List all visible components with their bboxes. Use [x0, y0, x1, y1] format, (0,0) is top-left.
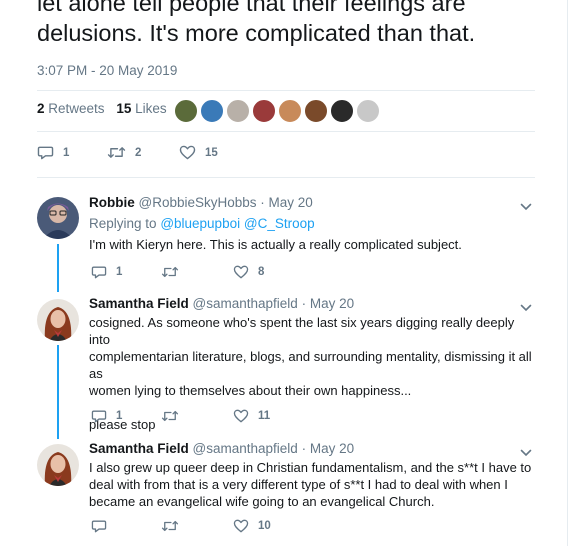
tweet-page: let alone tell people that their feeling…: [0, 0, 570, 546]
like-button[interactable]: 15: [179, 145, 218, 160]
main-tweet-actions: 1 2 15: [37, 145, 337, 163]
avatar[interactable]: [37, 197, 79, 239]
like-button[interactable]: 11: [233, 409, 270, 423]
avatar[interactable]: [304, 99, 328, 123]
retweet-count: 2: [135, 146, 142, 159]
heart-icon: [233, 409, 249, 423]
main-tweet-line: delusions. It's more complicated than th…: [37, 20, 476, 46]
heart-icon: [233, 265, 249, 279]
display-name[interactable]: Samantha Field: [89, 441, 189, 456]
tweet-date[interactable]: · May 20: [302, 296, 355, 311]
user-handle[interactable]: @RobbieSkyHobbs: [139, 195, 257, 210]
tweet-date[interactable]: · May 20: [302, 441, 355, 456]
reply-button[interactable]: [91, 519, 116, 533]
main-tweet-line: let alone tell people that their feeling…: [37, 0, 466, 16]
reply-header: Samantha Field @samanthapfield · May 20: [89, 441, 354, 456]
reply-text: I'm with Kieryn here. This is actually a…: [89, 236, 534, 253]
avatar[interactable]: [356, 99, 380, 123]
reply-text-line: became an evangelical wife going to an e…: [89, 494, 435, 509]
avatar[interactable]: [330, 99, 354, 123]
avatar[interactable]: [37, 299, 79, 341]
retweet-icon: [161, 519, 179, 533]
like-count: 8: [258, 266, 265, 278]
user-handle[interactable]: @samanthapfield: [193, 296, 298, 311]
tweet-stats: 2 Retweets 15 Likes: [37, 101, 167, 116]
retweet-icon: [161, 409, 179, 423]
likes-count[interactable]: 15: [116, 101, 131, 116]
reply-count: 1: [63, 146, 70, 159]
reply-text-line: deal with from that is a very different …: [89, 477, 508, 492]
thread-line: [57, 345, 59, 439]
like-count: 15: [205, 146, 218, 159]
reply-actions: 10: [91, 519, 391, 535]
display-name[interactable]: Samantha Field: [89, 296, 189, 311]
like-count: 10: [258, 520, 271, 532]
divider: [37, 177, 535, 178]
reply-icon: [37, 145, 54, 160]
tweet-timestamp[interactable]: 3:07 PM - 20 May 2019: [37, 63, 177, 78]
display-name[interactable]: Robbie: [89, 195, 135, 210]
retweet-button[interactable]: [161, 265, 188, 279]
reply-text-line: I'm with Kieryn here. This is actually a…: [89, 237, 462, 252]
reply-count: 1: [116, 410, 123, 422]
reply-actions: 1 8: [91, 265, 391, 281]
avatar[interactable]: [174, 99, 198, 123]
reply-text: I also grew up queer deep in Christian f…: [89, 459, 534, 510]
like-button[interactable]: 8: [233, 265, 264, 279]
tweet-date[interactable]: · May 20: [260, 195, 313, 210]
likes-label[interactable]: Likes: [135, 101, 167, 116]
avatar[interactable]: [200, 99, 224, 123]
chevron-down-icon[interactable]: [520, 198, 532, 216]
avatar[interactable]: [252, 99, 276, 123]
like-count: 11: [258, 410, 271, 422]
reply-count: 1: [116, 266, 123, 278]
user-handle[interactable]: @samanthapfield: [193, 441, 298, 456]
heart-icon: [179, 145, 196, 160]
retweets-label[interactable]: Retweets: [48, 101, 104, 116]
retweet-button[interactable]: [161, 519, 188, 533]
reply-button[interactable]: 1: [91, 265, 122, 279]
replying-to: Replying to @bluepupboi @C_Stroop: [89, 216, 315, 231]
mention-link[interactable]: @bluepupboi: [160, 216, 240, 231]
thread-line: [57, 244, 59, 292]
retweet-icon: [161, 265, 179, 279]
reply-text-line: women lying to themselves about their ow…: [89, 383, 412, 398]
reply-text-line: cosigned. As someone who's spent the las…: [89, 315, 515, 347]
like-button[interactable]: 10: [233, 519, 271, 533]
avatar[interactable]: [226, 99, 250, 123]
divider: [37, 90, 535, 91]
mention-link[interactable]: @C_Stroop: [244, 216, 315, 231]
right-border: [567, 0, 568, 546]
avatar[interactable]: [37, 444, 79, 486]
reply-header: Samantha Field @samanthapfield · May 20: [89, 296, 354, 311]
reply-button[interactable]: 1: [91, 409, 122, 423]
reply-tweet[interactable]: Samantha Field @samanthapfield · May 20 …: [37, 441, 535, 546]
replying-prefix: Replying to: [89, 216, 157, 231]
reply-header: Robbie @RobbieSkyHobbs · May 20: [89, 195, 313, 210]
reply-icon: [91, 265, 107, 279]
reply-actions: 1 11: [91, 409, 391, 425]
retweet-icon: [107, 145, 126, 160]
reply-text-line: I also grew up queer deep in Christian f…: [89, 460, 532, 475]
reply-tweet[interactable]: Robbie @RobbieSkyHobbs · May 20 Replying…: [37, 195, 535, 285]
retweet-button[interactable]: 2: [107, 145, 141, 160]
reply-icon: [91, 519, 107, 533]
retweet-button[interactable]: [161, 409, 188, 423]
heart-icon: [233, 519, 249, 533]
reply-text-line: complementarian literature, blogs, and s…: [89, 349, 532, 381]
divider: [37, 131, 535, 132]
reply-button[interactable]: 1: [37, 145, 69, 160]
reply-icon: [91, 409, 107, 423]
reply-tweet[interactable]: Samantha Field @samanthapfield · May 20 …: [37, 296, 535, 432]
main-tweet-text: let alone tell people that their feeling…: [37, 0, 557, 48]
retweets-count[interactable]: 2: [37, 101, 45, 116]
avatar[interactable]: [278, 99, 302, 123]
